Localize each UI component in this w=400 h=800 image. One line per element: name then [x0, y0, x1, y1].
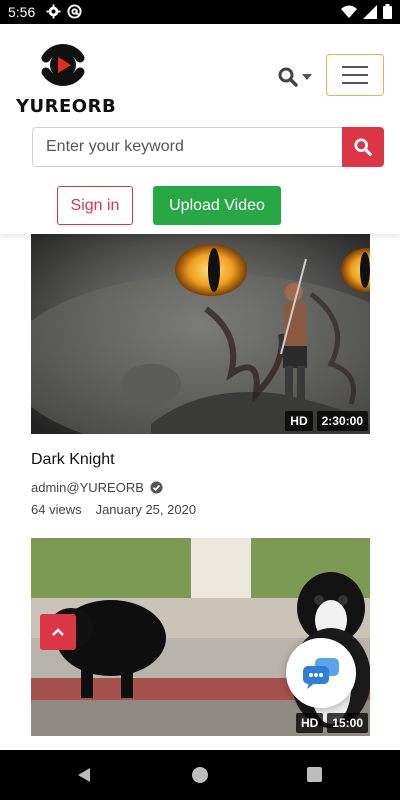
menu-bar — [342, 74, 368, 76]
settings-icon — [46, 4, 61, 19]
search-form — [32, 127, 384, 167]
brand-logo[interactable]: YUREORB — [16, 36, 117, 118]
thumbnail-badges: HD 15:00 — [295, 713, 368, 733]
upload-video-button[interactable]: Upload Video — [153, 186, 281, 225]
chat-bubbles-icon — [303, 658, 339, 689]
status-bar: 5:56 — [0, 0, 400, 24]
video-meta: 64 views January 25, 2020 — [31, 502, 370, 517]
thumbnail-badges: HD 2:30:00 — [285, 411, 368, 431]
duration-badge: 15:00 — [327, 713, 368, 733]
search-input[interactable] — [32, 127, 342, 167]
logo-mark-icon — [41, 44, 85, 86]
chevron-up-icon — [52, 628, 64, 636]
verified-check-icon — [150, 481, 163, 494]
at-sign-icon — [67, 4, 82, 19]
sign-in-button[interactable]: Sign in — [57, 186, 133, 225]
duration-badge: 2:30:00 — [316, 411, 368, 431]
system-nav-bar — [0, 750, 400, 800]
back-icon[interactable] — [76, 767, 92, 783]
search-dropdown-toggle[interactable] — [278, 64, 316, 90]
menu-bar — [342, 66, 368, 68]
thumbnail-image — [31, 234, 370, 434]
signal-icon — [363, 4, 377, 19]
status-time: 5:56 — [8, 4, 36, 20]
search-icon — [354, 138, 372, 156]
caret-down-icon — [302, 74, 312, 80]
upload-date: January 25, 2020 — [95, 502, 197, 517]
channel-row: admin@YUREORB — [31, 480, 370, 495]
view-count: 64 views — [31, 502, 82, 517]
site-header: YUREORB Sign in — [0, 24, 400, 234]
brand-name: YUREORB — [16, 96, 117, 117]
quality-badge: HD — [285, 411, 313, 431]
search-submit-button[interactable] — [342, 127, 384, 167]
quality-badge: HD — [295, 713, 324, 733]
video-card[interactable]: HD 2:30:00 Dark Knight admin@YUREORB 64 … — [31, 234, 370, 517]
chat-button[interactable] — [286, 638, 356, 708]
menu-bar — [342, 82, 368, 84]
wifi-icon — [341, 5, 357, 18]
hamburger-menu-button[interactable] — [326, 54, 384, 96]
recents-icon[interactable] — [307, 767, 322, 782]
scroll-to-top-button[interactable] — [40, 614, 76, 650]
video-title[interactable]: Dark Knight — [31, 451, 370, 469]
search-icon — [278, 67, 298, 87]
app-screen: 5:56 YUREORB Enter your keyword Sign in … — [0, 0, 400, 800]
channel-name[interactable]: admin@YUREORB — [31, 480, 144, 495]
battery-icon — [383, 4, 392, 19]
video-thumbnail[interactable]: HD 2:30:00 — [31, 234, 370, 434]
home-icon[interactable] — [192, 767, 208, 783]
